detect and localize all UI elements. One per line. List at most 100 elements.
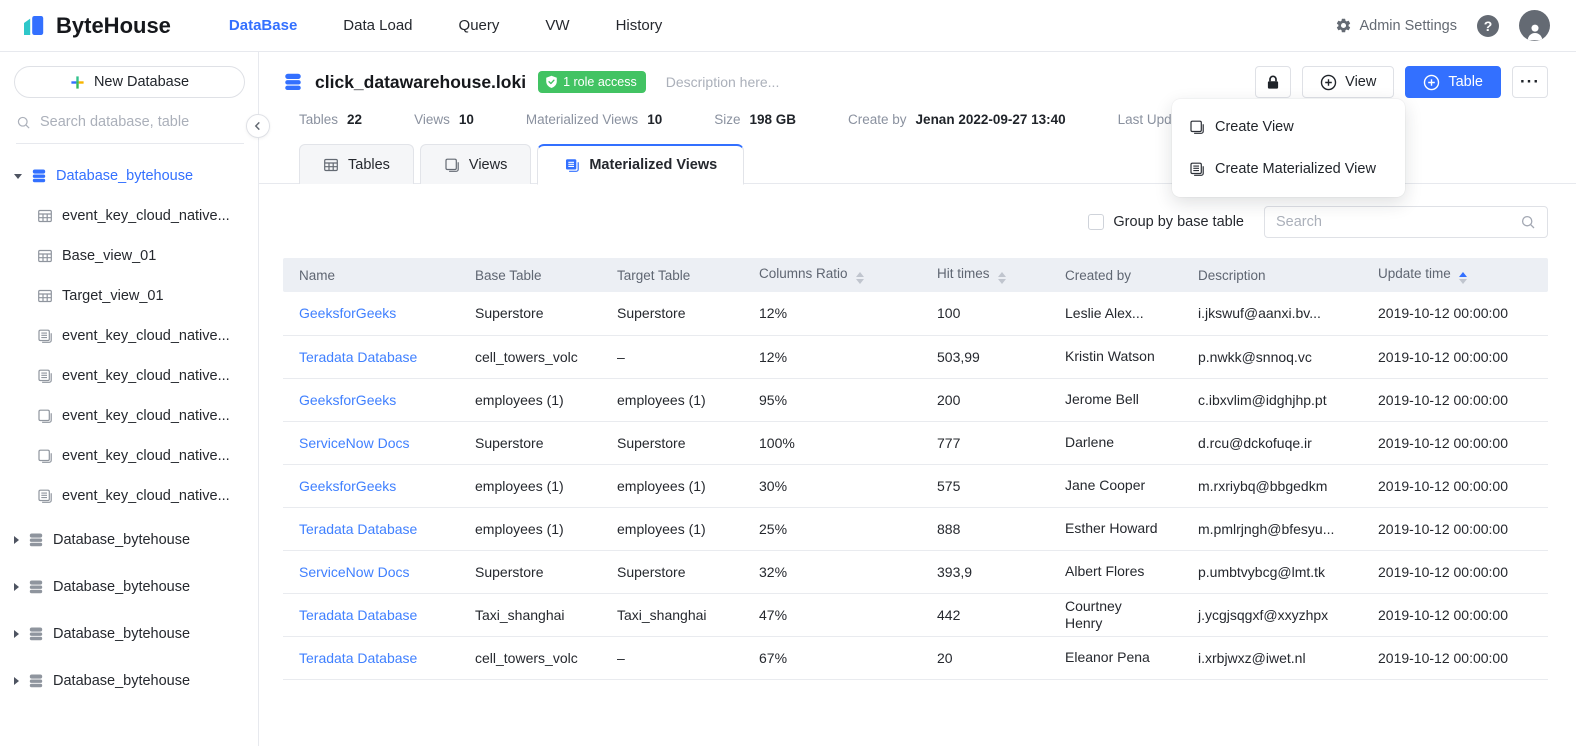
table-row[interactable]: GeeksforGeeksemployees (1)employees (1)3… [283, 464, 1548, 507]
tree-item-database-bytehouse[interactable]: Database_bytehouse [0, 516, 258, 563]
nav-item-query[interactable]: Query [459, 17, 500, 34]
cell-columns-ratio: 47% [743, 593, 921, 636]
tree-item-label: event_key_cloud_native... [62, 368, 230, 384]
table-row[interactable]: ServiceNow DocsSuperstoreSuperstore32%39… [283, 550, 1548, 593]
add-table-label: Table [1448, 74, 1483, 90]
sort-icon[interactable] [856, 272, 864, 285]
column-header-target-table: Target Table [601, 258, 743, 292]
menu-item-create-materialized-view[interactable]: Create Materialized View [1172, 148, 1405, 190]
brand-logo[interactable]: ByteHouse [20, 12, 171, 39]
sidebar-collapse-button[interactable] [246, 114, 270, 138]
tab-label: Materialized Views [589, 157, 717, 173]
database-icon [28, 532, 44, 548]
stat-label: Tables [299, 112, 338, 127]
mv-name-link[interactable]: GeeksforGeeks [299, 478, 396, 494]
column-label: Target Table [617, 268, 690, 283]
tree-item-database-bytehouse[interactable]: Database_bytehouse [0, 156, 258, 196]
tree-item-label: Database_bytehouse [53, 579, 190, 595]
new-database-button[interactable]: New Database [14, 66, 245, 98]
column-header-created-by: Created by [1049, 258, 1182, 292]
stat-value: 10 [459, 112, 474, 127]
stat-views: Views 10 [414, 112, 474, 127]
mv-name-link[interactable]: Teradata Database [299, 607, 417, 623]
table-row[interactable]: GeeksforGeeksemployees (1)employees (1)9… [283, 378, 1548, 421]
tree-item-database-bytehouse[interactable]: Database_bytehouse [0, 610, 258, 657]
table-row[interactable]: Teradata DatabaseTaxi_shanghaiTaxi_shang… [283, 593, 1548, 636]
user-avatar[interactable] [1519, 10, 1550, 41]
more-actions-button[interactable]: ··· [1512, 66, 1548, 98]
description-field[interactable]: Description here... [666, 74, 780, 90]
database-search-input[interactable] [40, 114, 220, 130]
table-row[interactable]: ServiceNow DocsSuperstoreSuperstore100%7… [283, 421, 1548, 464]
tab-tables[interactable]: Tables [299, 144, 414, 184]
mv-name-link[interactable]: GeeksforGeeks [299, 305, 396, 321]
column-header-name: Name [283, 258, 459, 292]
menu-item-create-view[interactable]: Create View [1172, 106, 1405, 148]
caret-icon [14, 583, 19, 591]
column-header-hit-times[interactable]: Hit times [921, 258, 1049, 292]
tree-item-event-key-cloud-native[interactable]: event_key_cloud_native... [0, 196, 258, 236]
add-table-button[interactable]: Table [1405, 66, 1501, 98]
tree-item-event-key-cloud-native[interactable]: event_key_cloud_native... [0, 436, 258, 476]
stat-label: Views [414, 112, 450, 127]
cell-base-table: Superstore [459, 421, 601, 464]
cell-update-time: 2019-10-12 00:00:00 [1362, 507, 1548, 550]
tree-item-database-bytehouse[interactable]: Database_bytehouse [0, 657, 258, 704]
nav-item-database[interactable]: DataBase [229, 17, 297, 34]
nav-item-vw[interactable]: VW [545, 17, 569, 34]
page-title: click_datawarehouse.loki [315, 72, 526, 93]
mv-name-link[interactable]: Teradata Database [299, 650, 417, 666]
table-row[interactable]: Teradata Databasecell_towers_volc–67%20E… [283, 636, 1548, 679]
column-header-columns-ratio[interactable]: Columns Ratio [743, 258, 921, 292]
cell-name: ServiceNow Docs [283, 421, 459, 464]
tree-item-target-view-01[interactable]: Target_view_01 [0, 276, 258, 316]
nav-item-data-load[interactable]: Data Load [343, 17, 412, 34]
cell-base-table: employees (1) [459, 464, 601, 507]
cell-columns-ratio: 12% [743, 292, 921, 335]
cell-target-table: Superstore [601, 550, 743, 593]
tree-item-event-key-cloud-native[interactable]: event_key_cloud_native... [0, 396, 258, 436]
tree-item-label: event_key_cloud_native... [62, 328, 230, 344]
mv-name-link[interactable]: GeeksforGeeks [299, 392, 396, 408]
tree-item-base-view-01[interactable]: Base_view_01 [0, 236, 258, 276]
table-row[interactable]: Teradata Databasecell_towers_volc–12%503… [283, 335, 1548, 378]
sort-icon[interactable] [998, 272, 1006, 285]
tree-item-event-key-cloud-native[interactable]: event_key_cloud_native... [0, 316, 258, 356]
nav-item-history[interactable]: History [616, 17, 663, 34]
cell-description: p.nwkk@snnoq.vc [1182, 335, 1362, 378]
table-toolbar: Group by base table [283, 206, 1548, 238]
table-body: GeeksforGeeksSuperstoreSuperstore12%100L… [283, 292, 1548, 679]
group-by-checkbox[interactable] [1088, 214, 1104, 230]
tree-item-event-key-cloud-native[interactable]: event_key_cloud_native... [0, 476, 258, 516]
mv-name-link[interactable]: ServiceNow Docs [299, 564, 409, 580]
sort-icon[interactable] [1459, 272, 1467, 285]
admin-settings-button[interactable]: Admin Settings [1335, 17, 1457, 34]
search-icon [1520, 214, 1536, 230]
database-icon [28, 579, 44, 595]
cell-description: m.rxriybq@bbgedkm [1182, 464, 1362, 507]
add-view-button[interactable]: View [1302, 66, 1394, 98]
cell-target-table: – [601, 636, 743, 679]
tree-item-database-bytehouse[interactable]: Database_bytehouse [0, 563, 258, 610]
lock-button[interactable] [1255, 66, 1291, 98]
mv-name-link[interactable]: Teradata Database [299, 349, 417, 365]
table-icon [37, 248, 53, 264]
help-icon[interactable]: ? [1477, 15, 1499, 37]
role-access-badge: 1 role access [538, 71, 646, 93]
mv-name-link[interactable]: Teradata Database [299, 521, 417, 537]
group-by-control[interactable]: Group by base table [1088, 214, 1244, 230]
tab-views[interactable]: Views [420, 144, 531, 184]
table-search-input[interactable] [1276, 214, 1512, 230]
chevron-left-icon [253, 121, 263, 131]
column-header-update-time[interactable]: Update time [1362, 258, 1548, 292]
mv-name-link[interactable]: ServiceNow Docs [299, 435, 409, 451]
table-row[interactable]: GeeksforGeeksSuperstoreSuperstore12%100L… [283, 292, 1548, 335]
cell-hit-times: 20 [921, 636, 1049, 679]
database-icon [31, 168, 47, 184]
table-row[interactable]: Teradata Databaseemployees (1)employees … [283, 507, 1548, 550]
table-icon [37, 208, 53, 224]
tab-materialized-views[interactable]: Materialized Views [537, 144, 744, 185]
cell-update-time: 2019-10-12 00:00:00 [1362, 421, 1548, 464]
tree-item-event-key-cloud-native[interactable]: event_key_cloud_native... [0, 356, 258, 396]
cell-description: d.rcu@dckofuqe.ir [1182, 421, 1362, 464]
